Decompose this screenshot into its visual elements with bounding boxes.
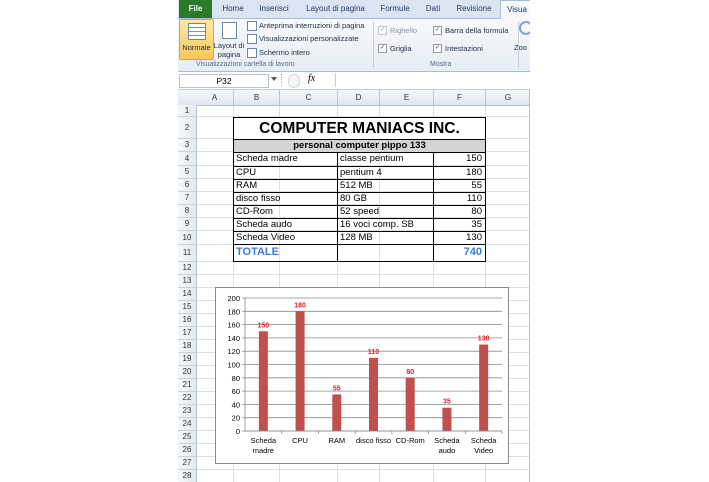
- total-label[interactable]: TOTALE: [236, 246, 332, 259]
- item-price-cell[interactable]: 35: [434, 219, 482, 231]
- table-row-border: [233, 244, 486, 245]
- data-label: 35: [443, 399, 451, 406]
- y-tick-label: 200: [227, 294, 240, 303]
- row-header-22[interactable]: 22: [178, 392, 197, 405]
- table-border-bottom: [233, 261, 486, 262]
- table-row-border: [233, 205, 486, 206]
- row-header-18[interactable]: 18: [178, 340, 197, 353]
- excel-window: File Home Inserisci Layout di pagina For…: [178, 0, 530, 482]
- table-border-top: [233, 117, 486, 118]
- data-label: 150: [258, 322, 270, 329]
- table-col-border: [433, 152, 434, 261]
- row-header-25[interactable]: 25: [178, 431, 197, 444]
- table-row-border: [233, 139, 486, 140]
- bar-5: [405, 377, 415, 431]
- x-tick-label: disco fisso: [356, 436, 391, 445]
- x-tick-label: Video: [474, 446, 493, 455]
- item-price-cell[interactable]: 150: [434, 153, 482, 165]
- x-tick-label: Scheda: [434, 436, 460, 445]
- table-row-border: [233, 218, 486, 219]
- table-col-border: [337, 152, 338, 261]
- row-header-28[interactable]: 28: [178, 470, 197, 482]
- y-tick-label: 120: [227, 347, 240, 356]
- y-tick-label: 100: [227, 361, 240, 370]
- y-tick-label: 180: [227, 307, 240, 316]
- item-price-cell[interactable]: 110: [434, 193, 482, 205]
- row-header-21[interactable]: 21: [178, 379, 197, 392]
- y-tick-label: 20: [232, 414, 240, 423]
- x-tick-label: audo: [439, 446, 456, 455]
- item-desc-cell[interactable]: 52 speed: [340, 206, 430, 218]
- item-desc-cell[interactable]: 16 voci comp. SB: [340, 219, 430, 231]
- data-label: 55: [333, 385, 341, 392]
- table-row-border: [233, 152, 486, 153]
- x-tick-label: madre: [253, 446, 274, 455]
- item-name-cell[interactable]: Scheda madre: [236, 153, 334, 165]
- row-header-27[interactable]: 27: [178, 457, 197, 470]
- row-header-24[interactable]: 24: [178, 418, 197, 431]
- row-header-15[interactable]: 15: [178, 301, 197, 314]
- table-row-border: [233, 192, 486, 193]
- row-header-19[interactable]: 19: [178, 353, 197, 366]
- row-header-20[interactable]: 20: [178, 366, 197, 379]
- x-tick-label: Scheda: [251, 436, 277, 445]
- row-header-13[interactable]: 13: [178, 275, 197, 288]
- row-header-17[interactable]: 17: [178, 327, 197, 340]
- bar-3: [332, 394, 342, 431]
- table-row-border: [233, 166, 486, 167]
- item-name-cell[interactable]: Scheda Video: [236, 232, 334, 244]
- y-tick-label: 0: [236, 427, 240, 436]
- item-name-cell[interactable]: Scheda audo: [236, 219, 334, 231]
- y-tick-label: 40: [232, 400, 240, 409]
- x-tick-label: RAM: [328, 436, 345, 445]
- total-value[interactable]: 740: [434, 246, 482, 259]
- table-row-border: [233, 179, 486, 180]
- item-price-cell[interactable]: 180: [434, 167, 482, 179]
- price-table: COMPUTER MANIACS INC. personal computer …: [178, 0, 530, 270]
- item-desc-cell[interactable]: classe pentium: [340, 153, 430, 165]
- sheet-right-edge: [529, 90, 530, 482]
- table-title[interactable]: COMPUTER MANIACS INC.: [234, 120, 485, 138]
- bar-1: [258, 331, 268, 431]
- y-tick-label: 160: [227, 321, 240, 330]
- item-desc-cell[interactable]: 128 MB: [340, 232, 430, 244]
- x-tick-label: CPU: [292, 436, 308, 445]
- x-tick-label: CD-Rom: [396, 436, 425, 445]
- row-header-14[interactable]: 14: [178, 288, 197, 301]
- data-label: 80: [406, 369, 414, 376]
- x-tick-label: Scheda: [471, 436, 497, 445]
- item-name-cell[interactable]: disco fisso: [236, 193, 334, 205]
- item-name-cell[interactable]: CPU: [236, 167, 334, 179]
- item-desc-cell[interactable]: 80 GB: [340, 193, 430, 205]
- bar-chart-svg: 020406080100120140160180200150Schedamadr…: [227, 294, 503, 455]
- data-label: 110: [368, 349, 379, 356]
- bar-2: [295, 311, 305, 431]
- bar-6: [442, 407, 452, 431]
- data-label: 180: [294, 302, 306, 309]
- row-header-16[interactable]: 16: [178, 314, 197, 327]
- y-tick-label: 140: [227, 334, 240, 343]
- item-name-cell[interactable]: CD-Rom: [236, 206, 334, 218]
- table-row-border: [233, 231, 486, 232]
- data-label: 130: [478, 336, 490, 343]
- row-header-23[interactable]: 23: [178, 405, 197, 418]
- grid-row-line: [196, 274, 530, 275]
- item-desc-cell[interactable]: 512 MB: [340, 180, 430, 192]
- item-desc-cell[interactable]: pentium 4: [340, 167, 430, 179]
- item-price-cell[interactable]: 55: [434, 180, 482, 192]
- bar-chart[interactable]: 0 20 40 60 80 100 120 140 160 180 200 150 Scheda madr…: [215, 287, 509, 464]
- item-price-cell[interactable]: 130: [434, 232, 482, 244]
- grid-row-line: [196, 469, 530, 470]
- bar-7: [479, 344, 489, 431]
- bar-4: [369, 357, 378, 431]
- item-name-cell[interactable]: RAM: [236, 180, 334, 192]
- item-price-cell[interactable]: 80: [434, 206, 482, 218]
- row-header-26[interactable]: 26: [178, 444, 197, 457]
- y-tick-label: 80: [232, 374, 240, 383]
- y-tick-label: 60: [232, 387, 240, 396]
- table-subtitle[interactable]: personal computer pippo 133: [234, 140, 485, 152]
